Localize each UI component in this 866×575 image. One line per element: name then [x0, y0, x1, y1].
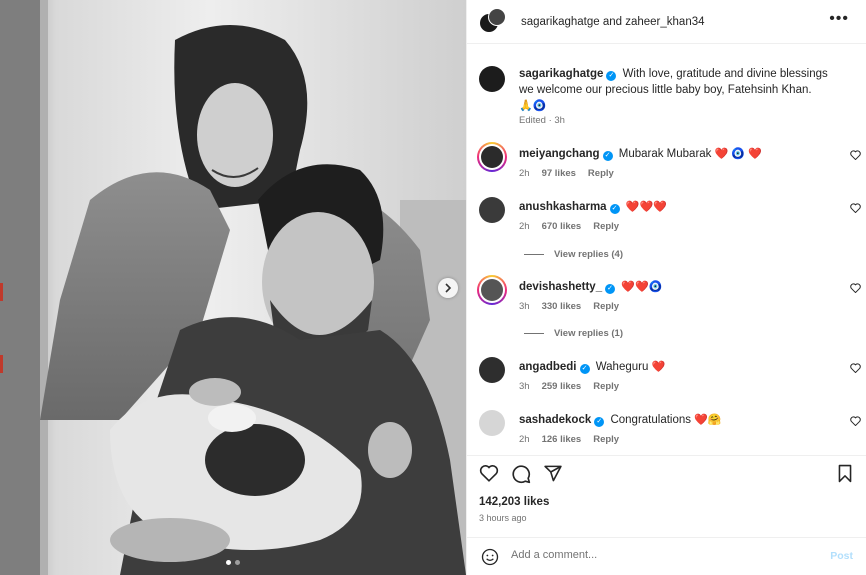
comment-body: meiyangchang ✓ Mubarak Mubarak ❤️ 🧿 ❤️: [519, 146, 839, 162]
verified-icon: ✓: [609, 204, 620, 214]
avatar: [488, 7, 506, 26]
comment-icon[interactable]: [511, 464, 531, 484]
more-options-button[interactable]: •••: [829, 11, 849, 27]
verified-icon: ✓: [579, 364, 590, 374]
comment-time: 2h: [519, 168, 530, 179]
post-author-names[interactable]: sagarikaghatge and zaheer_khan34: [521, 16, 705, 28]
comment-input[interactable]: [511, 549, 811, 561]
divider-line: [524, 333, 544, 334]
comment-item: anushkasharma ✓ ❤️❤️❤️ 2h 670 likes Reply: [479, 197, 864, 237]
collab-avatars[interactable]: [479, 7, 506, 35]
reply-button[interactable]: Reply: [593, 301, 619, 312]
post-time[interactable]: 3 hours ago: [479, 513, 527, 523]
story-ring[interactable]: [477, 275, 507, 305]
view-replies-label: View replies (4): [554, 249, 623, 260]
verified-icon: ✓: [602, 151, 613, 161]
comment-bar: Post: [467, 537, 866, 575]
carousel-dot: [226, 560, 231, 565]
heart-icon[interactable]: [850, 203, 861, 213]
comment-emojis: ❤️❤️🧿: [621, 281, 663, 293]
carousel-dot: [235, 560, 240, 565]
view-replies-label: View replies (1): [554, 328, 623, 339]
bookmark-icon[interactable]: [837, 464, 853, 483]
comment-meta: 3h 259 likes Reply: [519, 381, 619, 392]
post-actions: [467, 455, 866, 491]
comment-item: sashadekock ✓ Congratulations ❤️🤗 2h 126 …: [479, 410, 864, 450]
avatar: [481, 146, 503, 168]
comment-username[interactable]: anushkasharma: [519, 201, 607, 213]
comment-likes[interactable]: 126 likes: [542, 434, 582, 445]
reply-button[interactable]: Reply: [593, 434, 619, 445]
comment-body: anushkasharma ✓ ❤️❤️❤️: [519, 199, 839, 215]
chevron-right-icon: [445, 283, 452, 293]
comment-text: Waheguru: [595, 361, 649, 373]
comment-emojis: ❤️❤️❤️: [625, 201, 667, 213]
comment-time: 2h: [519, 434, 530, 445]
heart-icon[interactable]: [850, 363, 861, 373]
caption-text-block: sagarikaghatge ✓ With love, gratitude and…: [519, 66, 839, 114]
comment-username[interactable]: devishashetty_: [519, 281, 602, 293]
avatar[interactable]: [479, 357, 505, 383]
view-replies-button[interactable]: View replies (4): [524, 249, 623, 260]
verified-icon: ✓: [605, 284, 616, 294]
comment-time: 3h: [519, 381, 530, 392]
comment-meta: 2h 126 likes Reply: [519, 434, 619, 445]
comment-time: 3h: [519, 301, 530, 312]
comment-likes[interactable]: 97 likes: [542, 168, 576, 179]
reply-button[interactable]: Reply: [593, 381, 619, 392]
comment-item: devishashetty_ ✓ ❤️❤️🧿 3h 330 likes Reply: [477, 275, 864, 317]
comment-emojis: ❤️ 🧿 ❤️: [714, 148, 762, 160]
post-media[interactable]: [0, 0, 466, 575]
comment-username[interactable]: meiyangchang: [519, 148, 600, 160]
comment-body: angadbedi ✓ Waheguru ❤️: [519, 359, 839, 375]
comment-username[interactable]: sashadekock: [519, 414, 591, 426]
reply-button[interactable]: Reply: [593, 221, 619, 232]
comment-username[interactable]: angadbedi: [519, 361, 577, 373]
reply-button[interactable]: Reply: [588, 168, 614, 179]
verified-icon: ✓: [606, 71, 617, 81]
post-photo: [0, 0, 466, 575]
caption-meta: Edited · 3h: [519, 115, 565, 126]
carousel-dots: [226, 560, 240, 565]
comment-emojis: ❤️🤗: [694, 414, 722, 426]
story-ring[interactable]: [477, 142, 507, 172]
emoji-icon[interactable]: [481, 548, 499, 566]
comment-meta: 2h 670 likes Reply: [519, 221, 619, 232]
heart-icon[interactable]: [850, 416, 861, 426]
comment-emojis: ❤️: [651, 361, 666, 373]
post-comment-button[interactable]: Post: [830, 550, 853, 562]
comment-item: angadbedi ✓ Waheguru ❤️ 3h 259 likes Repl…: [479, 357, 864, 397]
comment-body: devishashetty_ ✓ ❤️❤️🧿: [519, 279, 839, 295]
avatar[interactable]: [479, 197, 505, 223]
likes-count[interactable]: 142,203 likes: [479, 496, 549, 508]
post-header: sagarikaghatge and zaheer_khan34 •••: [467, 0, 866, 44]
share-icon[interactable]: [543, 464, 563, 483]
edge-marker: [0, 283, 3, 301]
heart-icon[interactable]: [850, 150, 861, 160]
verified-icon: ✓: [594, 417, 605, 427]
next-slide-button[interactable]: [438, 278, 458, 298]
comment-text: Mubarak Mubarak: [618, 148, 712, 160]
comment-likes[interactable]: 670 likes: [542, 221, 582, 232]
comment-likes[interactable]: 259 likes: [542, 381, 582, 392]
caption-edited-time: Edited · 3h: [519, 115, 565, 126]
caption-emojis: 🙏🧿: [519, 100, 547, 112]
comment-item: meiyangchang ✓ Mubarak Mubarak ❤️ 🧿 ❤️ 2h…: [477, 142, 864, 184]
comment-text: Congratulations: [610, 414, 692, 426]
comment-body: sashadekock ✓ Congratulations ❤️🤗: [519, 412, 839, 428]
view-replies-button[interactable]: View replies (1): [524, 328, 623, 339]
avatar[interactable]: [479, 66, 505, 92]
post-panel: sagarikaghatge and zaheer_khan34 ••• sag…: [466, 0, 866, 575]
heart-icon[interactable]: [850, 283, 861, 293]
comment-meta: 3h 330 likes Reply: [519, 301, 619, 312]
heart-icon[interactable]: [479, 464, 499, 482]
avatar: [481, 279, 503, 301]
caption-username[interactable]: sagarikaghatge: [519, 68, 603, 80]
edge-marker: [0, 355, 3, 373]
comment-meta: 2h 97 likes Reply: [519, 168, 614, 179]
avatar[interactable]: [479, 410, 505, 436]
comment-time: 2h: [519, 221, 530, 232]
divider-line: [524, 254, 544, 255]
comment-likes[interactable]: 330 likes: [542, 301, 582, 312]
